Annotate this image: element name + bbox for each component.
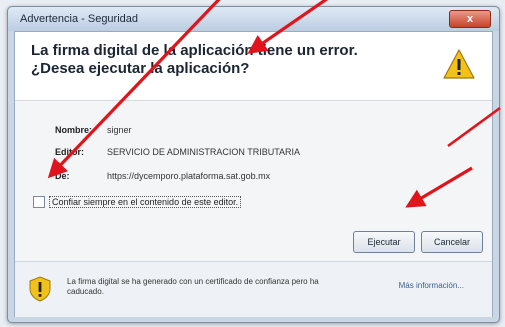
dialog-content: La firma digital de la aplicación tiene … [14,31,493,317]
security-warning-dialog: Advertencia - Seguridad x La firma digit… [7,6,500,323]
trust-checkbox[interactable] [33,196,45,208]
close-button[interactable]: x [449,10,491,28]
warning-headline: La firma digital de la aplicación tiene … [31,42,358,77]
title-bar[interactable]: Advertencia - Seguridad x [8,7,499,31]
editor-label: Editor: [55,147,84,157]
run-button[interactable]: Ejecutar [353,231,415,253]
dialog-footer: La firma digital se ha generado con un c… [15,261,492,317]
details-area: Nombre: signer Editor: SERVICIO DE ADMIN… [15,101,492,261]
dialog-header: La firma digital de la aplicación tiene … [15,32,492,101]
warning-triangle-icon [443,49,475,79]
from-label: De: [55,171,70,181]
trust-checkbox-row[interactable]: Confiar siempre en el contenido de este … [33,195,242,209]
editor-value: SERVICIO DE ADMINISTRACION TRIBUTARIA [107,147,301,157]
more-info-link[interactable]: Más información... [399,281,464,290]
certificate-message: La firma digital se ha generado con un c… [67,277,319,296]
name-value: signer [107,125,132,135]
cancel-button[interactable]: Cancelar [421,231,483,253]
trust-checkbox-label[interactable]: Confiar siempre en el contenido de este … [49,196,242,208]
window-title: Advertencia - Seguridad [20,13,139,25]
name-label: Nombre: [55,125,93,135]
shield-warning-icon [29,276,51,302]
from-value: https://dycemporo.plataforma.sat.gob.mx [107,171,271,181]
